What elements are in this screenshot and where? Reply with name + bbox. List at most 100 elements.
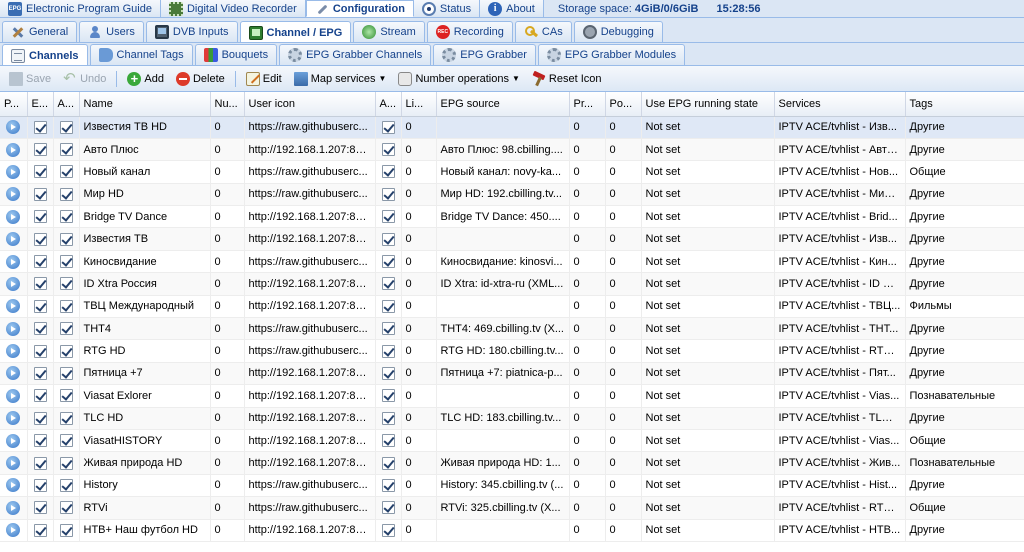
post-cell[interactable]: 0 <box>605 496 642 520</box>
tags-cell[interactable]: Другие <box>905 407 1024 430</box>
limit-cell[interactable]: 0 <box>401 474 437 498</box>
epg-running-state-cell[interactable]: Not set <box>641 362 775 386</box>
epg-running-state-cell[interactable]: Not set <box>641 138 775 162</box>
tab-recording[interactable]: REC Recording <box>426 21 513 42</box>
number-cell[interactable]: 0 <box>210 183 245 207</box>
autoname-cell[interactable] <box>53 183 80 207</box>
autoname-checkbox[interactable] <box>59 344 73 358</box>
autoname-cell[interactable] <box>53 496 80 520</box>
number-cell[interactable]: 0 <box>210 250 245 274</box>
post-cell[interactable]: 0 <box>605 272 642 296</box>
auto-epg-checkbox[interactable] <box>381 299 395 313</box>
tags-cell[interactable]: Другие <box>905 317 1024 341</box>
enabled-cell[interactable] <box>27 407 54 430</box>
enabled-cell[interactable] <box>27 295 54 319</box>
epg-source-cell[interactable]: RTVi: 325.cbilling.tv (X... <box>436 496 570 520</box>
tab-epg-grabber-channels[interactable]: EPG Grabber Channels <box>279 44 432 65</box>
auto-epg-checkbox[interactable] <box>381 478 395 492</box>
epg-source-cell[interactable]: Bridge TV Dance: 450.... <box>436 205 570 229</box>
tags-cell[interactable]: Другие <box>905 474 1024 498</box>
undo-button[interactable]: Undo <box>58 69 111 88</box>
limit-cell[interactable]: 0 <box>401 317 437 341</box>
enabled-checkbox[interactable] <box>33 523 47 537</box>
number-cell[interactable]: 0 <box>210 317 245 341</box>
autoname-cell[interactable] <box>53 384 80 408</box>
services-cell[interactable]: IPTV ACE/tvhlist - RTVi... <box>774 496 906 520</box>
limit-cell[interactable]: 0 <box>401 250 437 274</box>
enabled-cell[interactable] <box>27 429 54 453</box>
number-cell[interactable]: 0 <box>210 519 245 542</box>
table-row[interactable]: Bridge TV Dance 0 http://192.168.1.207:81.… <box>0 205 1024 229</box>
user-icon-cell[interactable]: https://raw.githubuserc... <box>244 496 376 520</box>
user-icon-cell[interactable]: http://192.168.1.207:81... <box>244 205 376 229</box>
number-cell[interactable]: 0 <box>210 272 245 296</box>
table-row[interactable]: RTG HD 0 https://raw.githubuserc... 0 RTG HD… <box>0 339 1024 363</box>
table-row[interactable]: Viasat Exlorer 0 http://192.168.1.207:81..… <box>0 384 1024 408</box>
play-icon[interactable] <box>6 366 21 381</box>
user-icon-cell[interactable]: http://192.168.1.207:81... <box>244 429 376 453</box>
pre-cell[interactable]: 0 <box>569 227 606 251</box>
services-cell[interactable]: IPTV ACE/tvhlist - Нов... <box>774 160 906 184</box>
pre-cell[interactable]: 0 <box>569 407 606 430</box>
epg-source-cell[interactable]: RTG HD: 180.cbilling.tv... <box>436 339 570 363</box>
play-icon[interactable] <box>6 411 21 426</box>
pre-cell[interactable]: 0 <box>569 138 606 162</box>
autoname-checkbox[interactable] <box>59 232 73 246</box>
limit-cell[interactable]: 0 <box>401 205 437 229</box>
table-row[interactable]: Мир HD 0 https://raw.githubuserc... 0 Мир HD… <box>0 183 1024 207</box>
enabled-checkbox[interactable] <box>33 389 47 403</box>
enabled-cell[interactable] <box>27 227 54 251</box>
column-header-name[interactable]: Name <box>79 92 211 117</box>
number-cell[interactable]: 0 <box>210 407 245 430</box>
post-cell[interactable]: 0 <box>605 183 642 207</box>
map-services-button[interactable]: Map services ▼ <box>289 70 392 88</box>
enabled-checkbox[interactable] <box>33 255 47 269</box>
pre-cell[interactable]: 0 <box>569 317 606 341</box>
autoname-cell[interactable] <box>53 474 80 498</box>
post-cell[interactable]: 0 <box>605 451 642 475</box>
play-icon[interactable] <box>6 164 21 179</box>
services-cell[interactable]: IPTV ACE/tvhlist - TLC ... <box>774 407 906 430</box>
services-cell[interactable]: IPTV ACE/tvhlist - ТНТ... <box>774 317 906 341</box>
autoname-cell[interactable] <box>53 339 80 363</box>
epg-source-cell[interactable]: Пятница +7: piatnica-p... <box>436 362 570 386</box>
tab-bouquets[interactable]: Bouquets <box>194 44 278 65</box>
post-cell[interactable]: 0 <box>605 205 642 229</box>
play-icon[interactable] <box>6 254 21 269</box>
services-cell[interactable]: IPTV ACE/tvhlist - Кин... <box>774 250 906 274</box>
autoname-checkbox[interactable] <box>59 255 73 269</box>
tab-epg-grabber[interactable]: EPG Grabber <box>433 44 536 65</box>
epg-running-state-cell[interactable]: Not set <box>641 227 775 251</box>
epg-source-cell[interactable]: Живая природа HD: 1... <box>436 451 570 475</box>
limit-cell[interactable]: 0 <box>401 295 437 319</box>
tab-configuration[interactable]: Configuration <box>305 0 414 17</box>
pre-cell[interactable]: 0 <box>569 474 606 498</box>
name-cell[interactable]: TLC HD <box>79 407 211 430</box>
auto-epg-cell[interactable] <box>375 160 402 184</box>
epg-source-cell[interactable]: ID Xtra: id-xtra-ru (XML... <box>436 272 570 296</box>
autoname-cell[interactable] <box>53 429 80 453</box>
limit-cell[interactable]: 0 <box>401 451 437 475</box>
services-cell[interactable]: IPTV ACE/tvhlist - Brid... <box>774 205 906 229</box>
enabled-cell[interactable] <box>27 205 54 229</box>
number-cell[interactable]: 0 <box>210 205 245 229</box>
user-icon-cell[interactable]: http://192.168.1.207:81... <box>244 227 376 251</box>
table-row[interactable]: НТВ+ Наш футбол HD 0 http://192.168.1.207:… <box>0 519 1024 542</box>
auto-epg-checkbox[interactable] <box>381 143 395 157</box>
post-cell[interactable]: 0 <box>605 362 642 386</box>
services-cell[interactable]: IPTV ACE/tvhlist - ТВЦ... <box>774 295 906 319</box>
auto-epg-checkbox[interactable] <box>381 322 395 336</box>
name-cell[interactable]: Мир HD <box>79 183 211 207</box>
play-icon[interactable] <box>6 232 21 247</box>
epg-source-cell[interactable]: Новый канал: novy-ka... <box>436 160 570 184</box>
edit-button[interactable]: Edit <box>241 70 287 88</box>
user-icon-cell[interactable]: https://raw.githubuserc... <box>244 183 376 207</box>
enabled-cell[interactable] <box>27 317 54 341</box>
enabled-checkbox[interactable] <box>33 478 47 492</box>
user-icon-cell[interactable]: https://raw.githubuserc... <box>244 474 376 498</box>
auto-epg-checkbox[interactable] <box>381 456 395 470</box>
play-icon[interactable] <box>6 456 21 471</box>
play-cell[interactable] <box>0 496 28 520</box>
number-cell[interactable]: 0 <box>210 295 245 319</box>
auto-epg-cell[interactable] <box>375 183 402 207</box>
